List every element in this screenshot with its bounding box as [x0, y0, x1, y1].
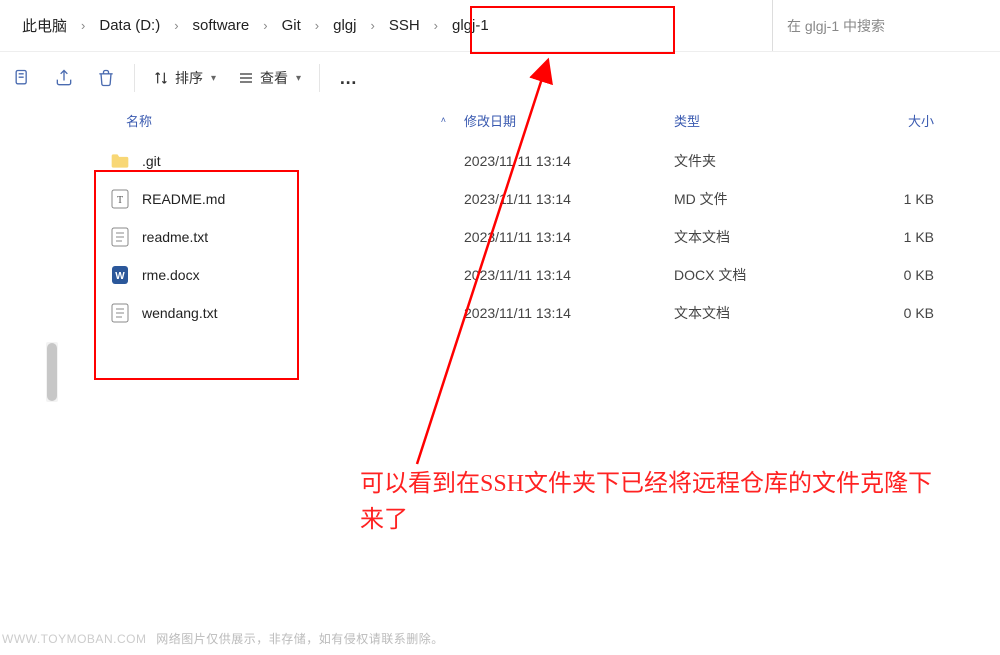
- column-name[interactable]: 名称 ˄: [126, 111, 464, 130]
- file-area: .git 2023/11/11 13:14 文件夹 T README.md 20…: [0, 136, 1000, 402]
- svg-text:W: W: [115, 271, 125, 282]
- delete-button[interactable]: [86, 58, 126, 98]
- list-item[interactable]: W rme.docx 2023/11/11 13:14 DOCX 文档 0 KB: [104, 256, 1000, 294]
- address-bar: 此电脑 › Data (D:) › software › Git › glgj …: [0, 0, 1000, 52]
- list-item[interactable]: T README.md 2023/11/11 13:14 MD 文件 1 KB: [104, 180, 1000, 218]
- toolbar: 排序 ▾ 查看 ▾ …: [0, 52, 1000, 104]
- chevron-right-icon: ›: [259, 18, 271, 33]
- chevron-right-icon: ›: [430, 18, 442, 33]
- crumb-software[interactable]: software: [187, 13, 256, 38]
- file-type: 文本文档: [674, 227, 844, 247]
- column-type[interactable]: 类型: [674, 111, 844, 130]
- chevron-down-icon: ▾: [296, 73, 301, 84]
- file-date: 2023/11/11 13:14: [464, 191, 674, 207]
- toolbar-divider: [134, 64, 135, 92]
- file-type: DOCX 文档: [674, 265, 844, 285]
- file-size: 0 KB: [844, 305, 964, 321]
- view-button[interactable]: 查看 ▾: [228, 62, 311, 94]
- file-size: 1 KB: [844, 191, 964, 207]
- file-type: 文本文档: [674, 303, 844, 323]
- word-file-icon: W: [110, 265, 130, 285]
- column-size[interactable]: 大小: [844, 111, 964, 130]
- nav-scrollbar[interactable]: [46, 342, 58, 402]
- file-date: 2023/11/11 13:14: [464, 229, 674, 245]
- breadcrumb: 此电脑 › Data (D:) › software › Git › glgj …: [8, 11, 772, 40]
- copy-to-clipboard-button[interactable]: [2, 58, 42, 98]
- file-size: 0 KB: [844, 267, 964, 283]
- column-name-label: 名称: [126, 111, 152, 130]
- watermark: www.toymoban.com 网络图片仅供展示，非存储，如有侵权请联系删除。: [2, 630, 444, 647]
- file-date: 2023/11/11 13:14: [464, 267, 674, 283]
- file-list: .git 2023/11/11 13:14 文件夹 T README.md 20…: [104, 142, 1000, 402]
- crumb-git[interactable]: Git: [276, 13, 307, 38]
- markdown-file-icon: T: [110, 189, 130, 209]
- watermark-brand: www.toymoban.com: [2, 632, 146, 646]
- file-name: .git: [142, 153, 161, 169]
- text-file-icon: [110, 303, 130, 323]
- folder-icon: [110, 151, 130, 171]
- chevron-right-icon: ›: [170, 18, 182, 33]
- list-item[interactable]: readme.txt 2023/11/11 13:14 文本文档 1 KB: [104, 218, 1000, 256]
- sort-button[interactable]: 排序 ▾: [143, 62, 226, 94]
- crumb-glgj[interactable]: glgj: [327, 13, 362, 38]
- file-date: 2023/11/11 13:14: [464, 153, 674, 169]
- file-type: 文件夹: [674, 151, 844, 171]
- column-headers: 名称 ˄ 修改日期 类型 大小: [0, 104, 1000, 136]
- search-input[interactable]: 在 glgj-1 中搜索: [787, 16, 885, 36]
- text-file-icon: [110, 227, 130, 247]
- chevron-right-icon: ›: [366, 18, 378, 33]
- column-date[interactable]: 修改日期: [464, 111, 674, 130]
- file-size: 1 KB: [844, 229, 964, 245]
- list-item[interactable]: .git 2023/11/11 13:14 文件夹: [104, 142, 1000, 180]
- scroll-thumb-icon[interactable]: [47, 343, 57, 401]
- chevron-right-icon: ›: [77, 18, 89, 33]
- crumb-ssh[interactable]: SSH: [383, 13, 426, 38]
- share-button[interactable]: [44, 58, 84, 98]
- file-type: MD 文件: [674, 189, 844, 209]
- more-button[interactable]: …: [328, 58, 368, 98]
- toolbar-divider: [319, 64, 320, 92]
- file-date: 2023/11/11 13:14: [464, 305, 674, 321]
- search-box[interactable]: 在 glgj-1 中搜索: [772, 0, 992, 51]
- watermark-text: 网络图片仅供展示，非存储，如有侵权请联系删除。: [156, 632, 444, 646]
- crumb-data-d[interactable]: Data (D:): [93, 13, 166, 38]
- sort-asc-icon: ˄: [441, 115, 446, 125]
- annotation-text: 可以看到在SSH文件夹下已经将远程仓库的文件克隆下来了: [360, 466, 950, 538]
- view-label: 查看: [260, 68, 288, 88]
- crumb-this-pc[interactable]: 此电脑: [16, 11, 73, 40]
- crumb-glgj-1[interactable]: glgj-1: [446, 13, 495, 38]
- sort-label: 排序: [175, 68, 203, 88]
- nav-pane: [0, 142, 104, 402]
- file-name: rme.docx: [142, 267, 200, 283]
- svg-text:T: T: [117, 195, 123, 206]
- chevron-right-icon: ›: [311, 18, 323, 33]
- file-name: README.md: [142, 191, 225, 207]
- file-name: wendang.txt: [142, 305, 218, 321]
- chevron-down-icon: ▾: [211, 73, 216, 84]
- list-item[interactable]: wendang.txt 2023/11/11 13:14 文本文档 0 KB: [104, 294, 1000, 332]
- file-name: readme.txt: [142, 229, 208, 245]
